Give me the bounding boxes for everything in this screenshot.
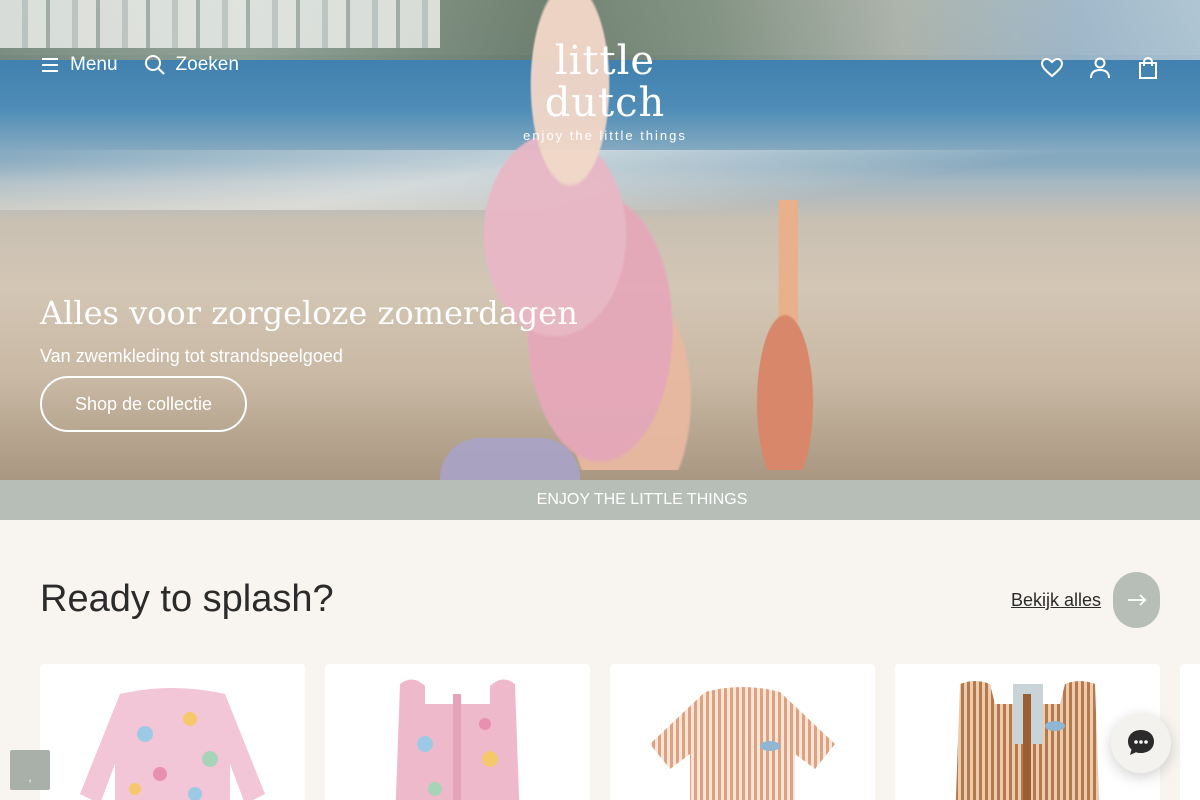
product-card[interactable]	[1180, 664, 1200, 800]
hero-sand-toy	[440, 438, 580, 480]
search-icon	[144, 54, 166, 76]
account-user-icon[interactable]	[1088, 56, 1112, 80]
cookie-settings-button[interactable]: ,	[10, 750, 50, 790]
header-right-nav	[1040, 56, 1160, 80]
search-label: Zoeken	[175, 54, 239, 75]
site-logo[interactable]: little dutch enjoy the little things	[490, 40, 720, 143]
product-card[interactable]	[40, 664, 305, 800]
menu-label: Menu	[70, 54, 118, 75]
wishlist-heart-icon[interactable]	[1040, 56, 1064, 80]
see-all-link[interactable]: Bekijk alles	[1011, 590, 1101, 611]
arrow-right-icon	[1127, 594, 1147, 606]
site-header: Menu Zoeken little dutch enjoy the littl…	[0, 40, 1200, 143]
search-button[interactable]: Zoeken	[144, 54, 239, 76]
swimsuit-long-sleeve-image	[80, 688, 265, 800]
header-left-nav: Menu Zoeken	[40, 54, 265, 76]
striped-swim-shirt-image	[650, 687, 835, 800]
logo-wordmark: little dutch	[544, 38, 666, 126]
logo-tagline: enjoy the little things	[523, 128, 687, 143]
section-title: Ready to splash?	[40, 578, 334, 620]
announcement-bar: ENJOY THE LITTLE THINGS	[0, 480, 1200, 520]
product-card[interactable]	[610, 664, 875, 800]
menu-button[interactable]: Menu	[40, 54, 118, 76]
shopping-bag-icon[interactable]	[1136, 56, 1160, 80]
chat-button[interactable]	[1111, 713, 1171, 773]
swim-vest-floral-image	[395, 679, 520, 800]
product-carousel	[40, 664, 1200, 800]
shop-collection-button[interactable]: Shop de collectie	[40, 376, 247, 432]
product-card[interactable]	[325, 664, 590, 800]
hero-shovel-toy	[720, 200, 850, 470]
hero-title: Alles voor zorgeloze zomerdagen	[40, 294, 578, 332]
next-arrow-button[interactable]	[1113, 572, 1160, 628]
hamburger-menu-icon	[40, 56, 60, 74]
hero-subtitle: Van zwemkleding tot strandspeelgoed	[40, 346, 343, 366]
chat-bubble-icon	[1125, 727, 1157, 759]
